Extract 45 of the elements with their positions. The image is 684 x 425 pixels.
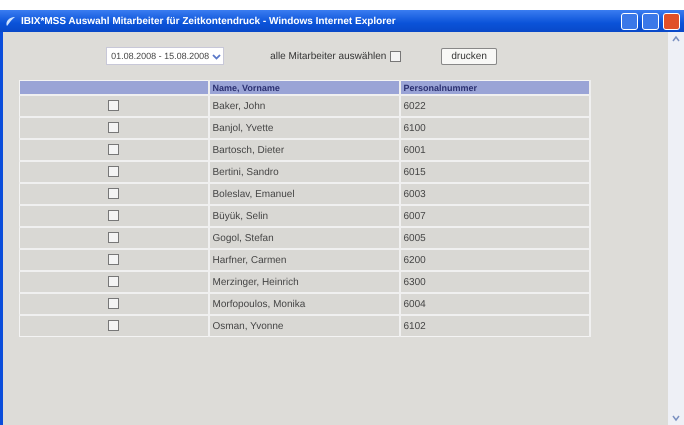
scrollbar[interactable]: [668, 32, 684, 425]
personnel-number: 6007: [400, 205, 590, 227]
column-header: Name, Vorname: [208, 80, 400, 95]
employee-name: Harfner, Carmen: [208, 249, 400, 271]
checkbox[interactable]: [108, 122, 119, 134]
checkbox[interactable]: [108, 232, 119, 244]
checkbox[interactable]: [108, 276, 119, 288]
print-button[interactable]: drucken: [441, 48, 497, 64]
personnel-number: 6005: [400, 227, 590, 249]
personnel-number: 6022: [400, 95, 590, 117]
employee-name: Boleslav, Emanuel: [208, 183, 400, 205]
personnel-number: 6003: [400, 183, 590, 205]
personnel-number: 6015: [400, 161, 590, 183]
checkbox[interactable]: [108, 100, 119, 112]
checkbox[interactable]: [108, 320, 119, 332]
checkbox[interactable]: [108, 298, 119, 310]
employee-name: Baker, John: [208, 95, 400, 117]
employee-name: Büyük, Selin: [208, 205, 400, 227]
personnel-number: 6300: [400, 271, 590, 293]
personnel-number: 6100: [400, 117, 590, 139]
employee-name: Morfopoulos, Monika: [208, 293, 400, 315]
browser-logo-icon: [4, 14, 17, 28]
checkbox[interactable]: [108, 144, 119, 156]
period-dropdown[interactable]: 01.08.2008 - 15.08.2008: [106, 47, 224, 65]
employee-name: Bertini, Sandro: [208, 161, 400, 183]
minimize-button[interactable]: [621, 12, 638, 30]
personnel-number: 6102: [400, 315, 590, 336]
checkbox[interactable]: [108, 188, 119, 200]
personnel-number: 6004: [400, 293, 590, 315]
maximize-button[interactable]: [642, 12, 659, 30]
personnel-number: 6200: [400, 249, 590, 271]
employee-name: Osman, Yvonne: [208, 315, 400, 336]
close-button[interactable]: [663, 12, 680, 30]
checkbox[interactable]: [108, 210, 119, 222]
checkbox[interactable]: [108, 166, 119, 178]
checkbox[interactable]: [108, 254, 119, 266]
personnel-number: 6001: [400, 139, 590, 161]
employee-name: Gogol, Stefan: [208, 227, 400, 249]
employee-name: Merzinger, Heinrich: [208, 271, 400, 293]
employee-name: Banjol, Yvette: [208, 117, 400, 139]
employee-name: Bartosch, Dieter: [208, 139, 400, 161]
column-header: Personalnummer: [400, 80, 590, 95]
window-title: IBIX*MSS Auswahl Mitarbeiter für Zeitkontendruck - Windows Internet Explorer: [21, 16, 397, 26]
checkbox[interactable]: [390, 50, 402, 62]
select-all-label: alle Mitarbeiter auswählen: [270, 50, 386, 62]
